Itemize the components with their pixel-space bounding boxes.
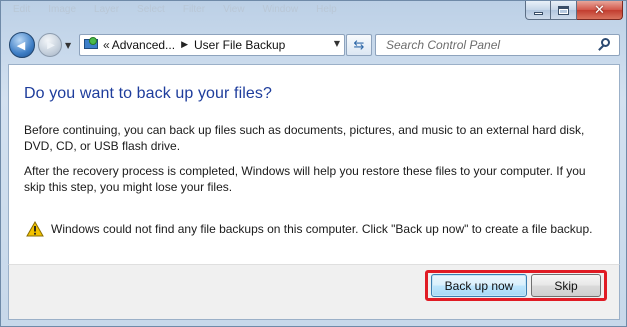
maximize-icon <box>558 5 569 15</box>
close-icon: ✕ <box>594 2 605 18</box>
intro-paragraph: Before continuing, you can back up files… <box>24 123 585 153</box>
menu-item: Edit <box>13 4 31 15</box>
forward-button[interactable]: ▶ <box>38 33 62 57</box>
menu-item: Window <box>262 4 299 15</box>
refresh-icon: ⇆ <box>353 37 365 53</box>
menu-item: Help <box>316 4 337 15</box>
search-input[interactable] <box>384 37 584 53</box>
minimize-icon <box>533 11 543 15</box>
menu-item: View <box>223 4 245 15</box>
caption-buttons: ✕ <box>525 1 623 21</box>
back-up-now-button[interactable]: Back up now <box>431 274 527 297</box>
breadcrumb-separator-icon[interactable]: ▶ <box>181 40 188 50</box>
menu-item: Layer <box>94 4 120 15</box>
restore-paragraph: After the recovery process is completed,… <box>24 164 586 194</box>
control-panel-window: Edit Image Layer Select Filter View Wind… <box>0 0 627 327</box>
page-title: Do you want to back up your files? <box>24 85 272 102</box>
warning-triangle-icon <box>26 221 44 237</box>
search-box[interactable] <box>375 34 620 56</box>
menu-bar-ghost: Edit Image Layer Select Filter View Wind… <box>7 2 349 18</box>
dialog-footer: Back up now Skip <box>8 264 620 320</box>
back-arrow-icon: ◀ <box>16 38 26 52</box>
forward-arrow-icon: ▶ <box>47 39 55 51</box>
recent-pages-dropdown[interactable]: ▼ <box>65 41 71 50</box>
menu-item: Image <box>48 4 77 15</box>
control-panel-icon <box>83 37 99 53</box>
search-icon[interactable] <box>598 38 612 52</box>
breadcrumb-user-file-backup[interactable]: User File Backup <box>194 38 285 52</box>
refresh-button[interactable]: ⇆ <box>346 34 372 56</box>
back-button[interactable]: ◀ <box>9 32 35 58</box>
navigation-bar: ◀ ▶ ▼ « Advanced... ▶ User File Backup ▼… <box>1 29 627 61</box>
breadcrumb-overflow[interactable]: « <box>103 38 110 52</box>
warning-message: Windows could not find any file backups … <box>26 221 592 237</box>
skip-button[interactable]: Skip <box>531 274 601 297</box>
menu-item: Filter <box>182 4 206 15</box>
address-bar[interactable]: « Advanced... ▶ User File Backup ▼ <box>79 34 345 56</box>
close-button[interactable]: ✕ <box>577 1 623 20</box>
breadcrumb-advanced[interactable]: Advanced... <box>112 38 175 52</box>
warning-text: Windows could not find any file backups … <box>51 222 593 236</box>
menu-item: Select <box>137 4 165 15</box>
maximize-button[interactable] <box>551 1 577 20</box>
minimize-button[interactable] <box>525 1 551 20</box>
address-dropdown-icon[interactable]: ▼ <box>334 39 340 48</box>
